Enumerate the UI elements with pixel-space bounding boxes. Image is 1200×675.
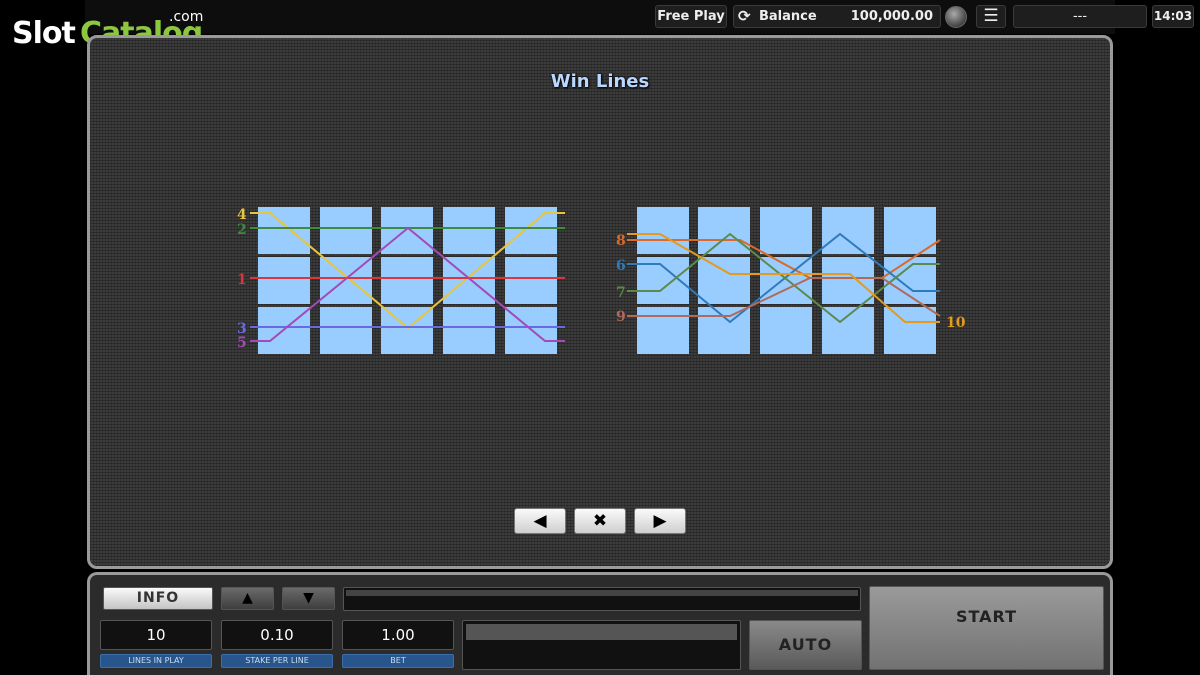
left-grid-cell <box>320 207 372 254</box>
autoplay-button[interactable]: AUTO <box>749 620 862 670</box>
close-button[interactable]: ✖ <box>574 508 626 534</box>
balance-display: ⟳ Balance 100,000.00 <box>733 5 941 28</box>
bet-label: BET <box>342 654 454 668</box>
win-line-label-8: 8 <box>616 233 626 249</box>
win-line-label-2: 2 <box>237 222 247 238</box>
left-grid-cell <box>258 257 310 304</box>
left-grid-cell <box>505 257 557 304</box>
left-grid-cell <box>320 307 372 354</box>
win-message-panel <box>462 620 741 670</box>
right-grid-cell <box>884 307 936 354</box>
control-bar: INFO ▲ ▼ 10 LINES IN PLAY 0.10 STAKE PER… <box>87 572 1113 675</box>
right-grid-cell <box>760 307 812 354</box>
refresh-icon[interactable]: ⟳ <box>738 6 751 27</box>
previous-page-button[interactable]: ◀ <box>514 508 566 534</box>
status-bar <box>343 587 861 611</box>
next-page-button[interactable]: ▶ <box>634 508 686 534</box>
win-line-label-4: 4 <box>237 207 247 223</box>
balance-label: Balance <box>759 9 817 24</box>
left-grid-cell <box>443 307 495 354</box>
right-grid-cell <box>698 207 750 254</box>
left-grid-cell <box>505 207 557 254</box>
paytable-panel: Win Lines 4 2 1 3 5 8 6 7 9 10 ◀ ✖ ▶ <box>87 35 1113 569</box>
right-grid-cell <box>822 257 874 304</box>
left-grid-cell <box>443 207 495 254</box>
right-grid-cell <box>698 257 750 304</box>
right-grid-cell <box>637 307 689 354</box>
lines-in-play-value: 10 <box>100 620 212 650</box>
start-button[interactable]: START <box>869 586 1104 670</box>
right-grid-cell <box>760 207 812 254</box>
win-line-label-6: 6 <box>616 258 626 274</box>
win-line-label-1: 1 <box>237 272 247 288</box>
logo-slot-text: Slot <box>12 16 76 51</box>
left-grid-cell <box>381 207 433 254</box>
info-button[interactable]: INFO <box>103 587 213 610</box>
balance-value: 100,000.00 <box>850 9 933 24</box>
left-grid-cell <box>258 207 310 254</box>
decrease-lines-button[interactable]: ▼ <box>282 587 335 610</box>
stake-per-line-label: STAKE PER LINE <box>221 654 333 668</box>
win-line-label-7: 7 <box>616 285 626 301</box>
win-line-label-5: 5 <box>237 335 247 351</box>
win-line-label-10: 10 <box>946 315 966 331</box>
sound-toggle-button[interactable] <box>945 6 967 28</box>
bet-value: 1.00 <box>342 620 454 650</box>
lines-in-play-label: LINES IN PLAY <box>100 654 212 668</box>
increase-lines-button[interactable]: ▲ <box>221 587 274 610</box>
free-play-label: Free Play <box>655 5 727 28</box>
message-display: --- <box>1013 5 1147 28</box>
top-bar: Free Play ⟳ Balance 100,000.00 ☰ --- 14:… <box>85 0 1194 34</box>
clock: 14:03 <box>1152 5 1194 28</box>
menu-icon[interactable]: ☰ <box>976 5 1006 28</box>
win-lines-diagram: 421358679 10 <box>237 207 966 354</box>
right-grid-cell <box>698 307 750 354</box>
left-grid-cell <box>381 257 433 304</box>
right-grid-cell <box>822 207 874 254</box>
logo-com-text: .com <box>169 9 204 25</box>
stake-per-line-value: 0.10 <box>221 620 333 650</box>
win-line-label-9: 9 <box>616 309 626 325</box>
